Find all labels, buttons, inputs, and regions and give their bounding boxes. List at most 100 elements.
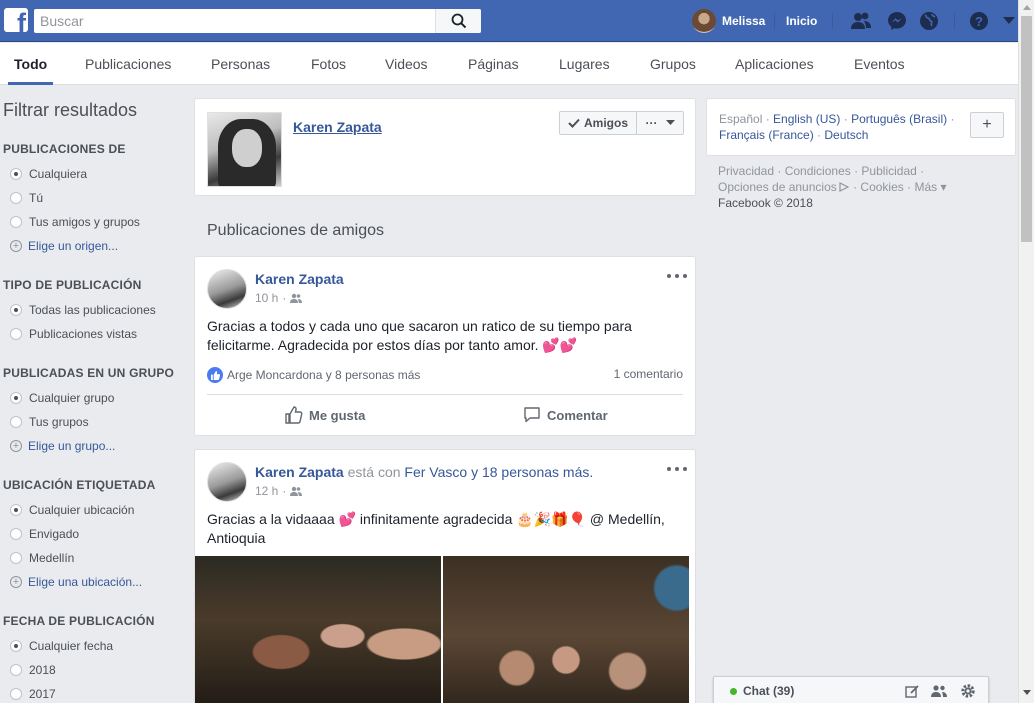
radio-button[interactable] [10,664,22,676]
post-author[interactable]: Karen Zapata [255,271,344,287]
radio-button[interactable] [10,688,22,700]
ad-choices-icon[interactable] [839,182,850,192]
radio-button[interactable] [10,392,22,404]
post-meta: 10 h · [255,291,303,305]
messenger-icon[interactable] [886,10,908,32]
tab-videos[interactable]: Videos [385,43,428,85]
radio-button[interactable] [10,504,22,516]
avatar[interactable] [207,462,247,502]
filter-option[interactable]: Cualquier ubicación [10,501,134,519]
profile-link[interactable]: Melissa [692,9,765,33]
radio-button[interactable] [10,640,22,652]
radio-button[interactable] [10,304,22,316]
radio-button[interactable] [10,192,22,204]
home-link[interactable]: Inicio [786,14,817,28]
like-button[interactable]: Me gusta [285,402,365,428]
radio-button[interactable] [10,328,22,340]
comment-button[interactable]: Comentar [523,402,608,428]
search-box [34,9,481,33]
tab-aplicaciones[interactable]: Aplicaciones [735,43,814,85]
tab-fotos[interactable]: Fotos [311,43,346,85]
filter-option[interactable]: 2018 [10,661,56,679]
filter-option[interactable]: Cualquiera [10,165,87,183]
help-icon[interactable]: ? [968,10,990,32]
profile-name-link[interactable]: Karen Zapata [293,119,382,135]
chat-bar[interactable]: Chat (39) [713,676,989,703]
more-options-button[interactable]: ··· [636,111,684,135]
footer-link[interactable]: Publicidad [861,164,916,178]
tab-paginas[interactable]: Páginas [468,43,519,85]
post-photo[interactable] [195,556,441,703]
with-label: está con [347,464,401,480]
tab-lugares[interactable]: Lugares [559,43,610,85]
friends-audience-icon[interactable] [290,293,303,303]
filter-option[interactable]: Publicaciones vistas [10,325,137,343]
compose-icon[interactable] [904,683,920,699]
add-language-button[interactable]: + [970,112,1004,138]
search-input[interactable] [34,9,434,33]
filter-option[interactable]: Cualquier fecha [10,637,113,655]
filter-option[interactable]: Tú [10,189,43,207]
friends-button[interactable]: Amigos [559,111,637,135]
post-text: Gracias a la vidaaaa 💕 infinitamente agr… [207,511,665,546]
post-time[interactable]: 12 h [255,484,278,498]
comments-count[interactable]: 1 comentario [614,367,683,381]
post-options-icon[interactable] [667,269,687,283]
comment-icon [524,407,540,423]
tab-todo[interactable]: Todo [7,43,54,85]
filter-section-title: PUBLICACIONES DE [3,142,126,156]
scrollbar-thumb[interactable] [1021,16,1032,242]
scroll-up-arrow-icon[interactable] [1023,5,1031,10]
filter-option[interactable]: Cualquier grupo [10,389,114,407]
reactions-summary[interactable]: Arge Moncardona y 8 personas más [207,367,420,383]
footer-link[interactable]: Privacidad [718,164,774,178]
caret-down-icon[interactable] [998,10,1020,32]
scroll-down-arrow-icon[interactable] [1023,690,1031,695]
post-meta: 12 h · [255,484,303,498]
radio-button[interactable] [10,168,22,180]
search-button[interactable] [435,9,481,33]
language-link[interactable]: Português (Brasil) [851,112,947,126]
radio-button[interactable] [10,216,22,228]
tab-publicaciones[interactable]: Publicaciones [85,43,171,85]
section-title: Publicaciones de amigos [207,222,384,239]
new-group-icon[interactable] [931,683,947,699]
language-link[interactable]: English (US) [773,112,840,126]
choose-source-link[interactable]: + Elige un origen... [10,237,118,255]
filter-option[interactable]: Medellín [10,549,74,567]
profile-photo[interactable] [207,112,282,187]
language-link[interactable]: Français (France) [719,128,814,142]
choose-group-link[interactable]: + Elige un grupo... [10,437,115,455]
choose-location-link[interactable]: + Elige una ubicación... [10,573,142,591]
tab-grupos[interactable]: Grupos [650,43,696,85]
footer-link[interactable]: Opciones de anuncios [718,180,837,194]
footer-link[interactable]: Condiciones [785,164,851,178]
filter-option[interactable]: Envigado [10,525,79,543]
filter-option[interactable]: Tus grupos [10,413,89,431]
filter-option[interactable]: Tus amigos y grupos [10,213,140,231]
radio-button[interactable] [10,552,22,564]
tab-eventos[interactable]: Eventos [854,43,905,85]
post-options-icon[interactable] [667,462,687,476]
post-photo[interactable] [443,556,689,703]
filter-option[interactable]: 2017 [10,685,56,703]
top-navigation-bar: f Melissa Inicio ? [0,0,1018,42]
friend-requests-icon[interactable] [850,10,872,32]
facebook-logo-icon[interactable]: f [4,8,28,32]
author-link[interactable]: Karen Zapata [255,464,344,480]
filter-title: Filtrar resultados [3,100,138,120]
language-link[interactable]: Deutsch [824,128,868,142]
radio-button[interactable] [10,528,22,540]
tagged-people-link[interactable]: Fer Vasco y 18 personas más. [404,464,593,480]
post-time[interactable]: 10 h [255,291,278,305]
globe-notifications-icon[interactable] [918,10,940,32]
footer-link[interactable]: Cookies [860,180,903,194]
friends-audience-icon[interactable] [290,486,303,496]
gear-icon[interactable] [960,683,976,699]
tab-personas[interactable]: Personas [211,43,270,85]
radio-button[interactable] [10,416,22,428]
page-scrollbar[interactable] [1018,0,1034,703]
filter-option[interactable]: Todas las publicaciones [10,301,156,319]
footer-link[interactable]: Más [914,180,937,194]
avatar[interactable] [207,269,247,309]
